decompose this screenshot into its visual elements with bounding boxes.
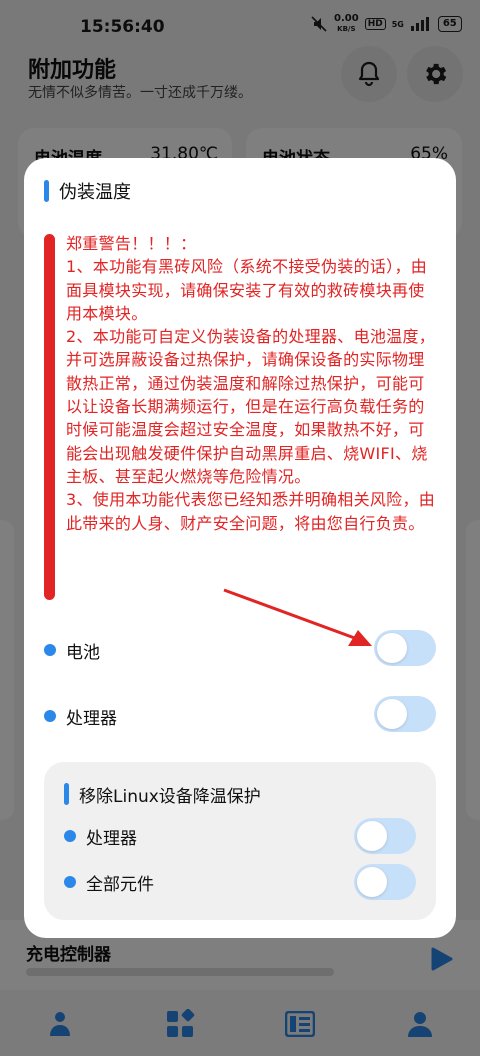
warning-block: 郑重警告！！！： 1、本功能有黑砖风险（系统不接受伪装的话），由面具模块实现，请… [44, 232, 436, 600]
warning-line: 2、本功能可自定义伪装设备的处理器、电池温度，并可选屏蔽设备过热保护，请确保设备… [66, 327, 436, 486]
toggle-knob [377, 699, 407, 729]
linux-all-components-label: 全部元件 [86, 874, 154, 895]
option-bullet [44, 710, 56, 722]
dialog-title-text: 伪装温度 [59, 182, 131, 203]
linux-panel-title-text: 移除Linux设备降温保护 [79, 786, 261, 807]
linux-all-components-toggle[interactable] [354, 864, 416, 900]
toggle-knob [357, 821, 387, 851]
linux-protection-panel: 移除Linux设备降温保护 处理器 全部元件 [44, 762, 436, 920]
linux-processor-label: 处理器 [86, 828, 137, 849]
warning-line: 1、本功能有黑砖风险（系统不接受伪装的话），由面具模块实现，请确保安装了有效的救… [66, 257, 428, 323]
warning-accent-bar [44, 234, 55, 600]
warning-line: 郑重警告！！！： [66, 234, 197, 253]
toggle-knob [357, 867, 387, 897]
title-accent-bar [64, 783, 69, 805]
option-bullet [64, 830, 76, 842]
toggle-knob [377, 633, 407, 663]
warning-line: 3、使用本功能代表您已经知悉并明确相关风险，由此带来的人身、财产安全问题，将由您… [66, 490, 436, 533]
warning-text: 郑重警告！！！： 1、本功能有黑砖风险（系统不接受伪装的话），由面具模块实现，请… [66, 232, 436, 535]
battery-option-label: 电池 [66, 642, 100, 663]
processor-toggle[interactable] [374, 696, 436, 732]
battery-toggle[interactable] [374, 630, 436, 666]
option-bullet [64, 876, 76, 888]
fake-temperature-dialog: 伪装温度 郑重警告！！！： 1、本功能有黑砖风险（系统不接受伪装的话），由面具模… [24, 158, 456, 938]
title-accent-bar [44, 180, 49, 202]
dialog-title: 伪装温度 [44, 180, 131, 203]
linux-panel-title: 移除Linux设备降温保护 [64, 782, 261, 807]
option-bullet [44, 644, 56, 656]
processor-option-label: 处理器 [66, 708, 117, 729]
linux-processor-toggle[interactable] [354, 818, 416, 854]
